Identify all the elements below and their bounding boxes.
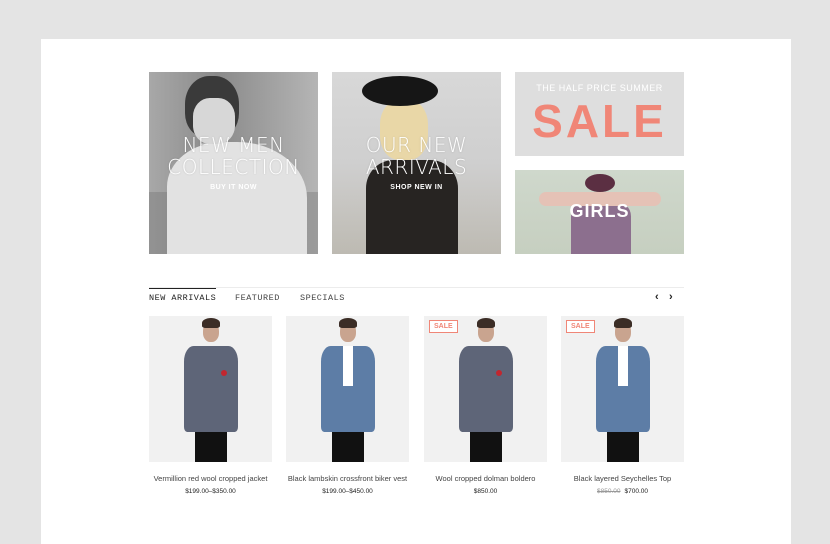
product-image[interactable] xyxy=(149,316,272,462)
banner-arrivals-model-hat xyxy=(362,76,438,106)
tab-specials[interactable]: SPECIALS xyxy=(300,293,345,303)
heart-logo-icon xyxy=(496,370,502,376)
product-price-value: $199.00–$350.00 xyxy=(185,488,236,495)
product-name[interactable]: Vermillion red wool cropped jacket xyxy=(149,474,272,483)
banner-arrivals-cta[interactable]: SHOP NEW IN xyxy=(332,184,501,191)
product-price: $850.00 xyxy=(424,488,547,495)
product-image[interactable]: SALE xyxy=(424,316,547,462)
banner-girls-title: GIRLS xyxy=(569,201,630,221)
model-legs xyxy=(607,430,639,462)
banner-sale-subtitle: THE HALF PRICE SUMMER xyxy=(536,83,663,93)
model-legs xyxy=(470,430,502,462)
tabs-divider xyxy=(149,287,684,288)
banner-girls[interactable]: GIRLS xyxy=(515,170,684,254)
model-legs xyxy=(332,430,364,462)
banner-men-cta[interactable]: BUY IT NOW xyxy=(149,184,318,191)
sale-badge: SALE xyxy=(429,320,458,333)
model-hair xyxy=(477,318,495,328)
banner-men-title: NEW MEN COLLECTION xyxy=(167,133,300,179)
banner-girls-model-hat xyxy=(585,174,615,192)
product-card[interactable]: SALE Wool cropped dolman boldero $850.00 xyxy=(424,316,547,495)
model-jacket xyxy=(184,346,238,432)
tab-featured[interactable]: FEATURED xyxy=(235,293,280,303)
chevron-left-icon[interactable]: ‹ xyxy=(655,291,659,303)
product-price-value: $700.00 xyxy=(624,488,649,495)
product-name[interactable]: Wool cropped dolman boldero xyxy=(424,474,547,483)
banner-arrivals-title: OUR NEW ARRIVALS xyxy=(365,133,468,179)
model-undershirt xyxy=(343,346,353,386)
model-hair xyxy=(339,318,357,328)
heart-logo-icon xyxy=(221,370,227,376)
product-image[interactable]: SALE xyxy=(561,316,684,462)
model-legs xyxy=(195,430,227,462)
product-price: $199.00–$450.00 xyxy=(286,488,409,495)
banner-summer-sale[interactable]: THE HALF PRICE SUMMER SALE xyxy=(515,72,684,156)
product-price: $199.00–$350.00 xyxy=(149,488,272,495)
tab-new-arrivals[interactable]: NEW ARRIVALS xyxy=(149,288,217,303)
product-card[interactable]: Vermillion red wool cropped jacket $199.… xyxy=(149,316,272,495)
model-hair xyxy=(614,318,632,328)
banner-sale-title: SALE xyxy=(532,95,667,147)
page-container: NEW MEN COLLECTION BUY IT NOW OUR NEW AR… xyxy=(41,39,791,544)
product-price-value: $199.00–$450.00 xyxy=(322,488,373,495)
product-price-value: $850.00 xyxy=(473,488,498,495)
product-image[interactable] xyxy=(286,316,409,462)
product-card[interactable]: Black lambskin crossfront biker vest $19… xyxy=(286,316,409,495)
banner-men-collection[interactable]: NEW MEN COLLECTION BUY IT NOW xyxy=(149,72,318,254)
product-card[interactable]: SALE Black layered Seychelles Top $850.0… xyxy=(561,316,684,495)
product-name[interactable]: Black lambskin crossfront biker vest xyxy=(286,474,409,483)
chevron-right-icon[interactable]: › xyxy=(669,291,673,303)
product-name[interactable]: Black layered Seychelles Top xyxy=(561,474,684,483)
model-hair xyxy=(202,318,220,328)
model-undershirt xyxy=(618,346,628,386)
model-jacket xyxy=(459,346,513,432)
sale-badge: SALE xyxy=(566,320,595,333)
product-old-price: $850.00 xyxy=(597,488,621,495)
product-price: $850.00 $700.00 xyxy=(561,488,684,495)
banner-new-arrivals[interactable]: OUR NEW ARRIVALS SHOP NEW IN xyxy=(332,72,501,254)
